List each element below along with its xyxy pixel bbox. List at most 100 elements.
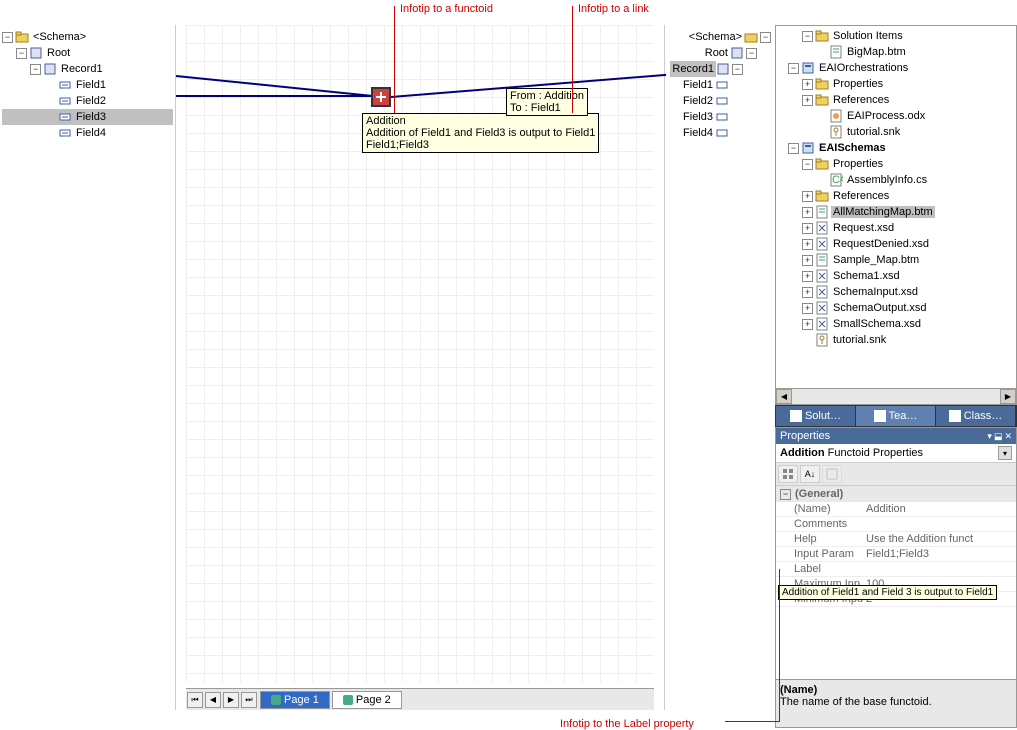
collapse-icon[interactable]: − [802, 159, 813, 170]
property-category[interactable]: −(General) [776, 486, 1016, 502]
horizontal-scrollbar[interactable]: ◀ ▶ [776, 388, 1016, 404]
dest-schema-tree[interactable]: <Schema> − Root − Record1 − Field1 Field… [665, 25, 775, 710]
tool-window-tabs: Solut… Tea… Class… [775, 405, 1017, 427]
expand-icon[interactable]: + [802, 303, 813, 314]
expand-icon[interactable]: + [802, 319, 813, 330]
property-row[interactable]: HelpUse the Addition funct [776, 532, 1016, 547]
collapse-icon[interactable]: − [788, 63, 799, 74]
close-icon[interactable]: ✕ [1004, 431, 1012, 442]
tree-field[interactable]: Field2 [2, 93, 173, 109]
expand-icon[interactable]: + [802, 255, 813, 266]
folder-icon [815, 157, 829, 171]
nav-first-button[interactable]: ⏮ [187, 692, 203, 708]
nav-last-button[interactable]: ⏭ [241, 692, 257, 708]
properties-grid[interactable]: −(General) (Name)AdditionCommentsHelpUse… [776, 486, 1016, 679]
tab-team-explorer[interactable]: Tea… [856, 406, 936, 426]
solution-item[interactable]: tutorial.snk [778, 124, 1014, 140]
solution-item[interactable]: tutorial.snk [778, 332, 1014, 348]
collapse-icon[interactable]: − [16, 48, 27, 59]
solution-item[interactable]: −EAIOrchestrations [778, 60, 1014, 76]
tree-field[interactable]: Field1 [667, 77, 773, 93]
solution-item[interactable]: +References [778, 92, 1014, 108]
solution-item[interactable]: BigMap.btm [778, 44, 1014, 60]
expand-icon[interactable]: + [802, 207, 813, 218]
solution-item[interactable]: −Solution Items [778, 28, 1014, 44]
page-tab-1[interactable]: Page 1 [260, 691, 330, 709]
solution-explorer[interactable]: −Solution ItemsBigMap.btm−EAIOrchestrati… [775, 25, 1017, 405]
mapper-canvas[interactable]: Addition Addition of Field1 and Field3 i… [175, 25, 665, 710]
dropdown-icon[interactable]: ▾ [998, 446, 1012, 460]
property-value[interactable] [866, 518, 1016, 530]
property-row[interactable]: Label [776, 562, 1016, 577]
tree-schema-root[interactable]: − <Schema> [2, 29, 173, 45]
solution-item[interactable]: C#AssemblyInfo.cs [778, 172, 1014, 188]
scroll-left-button[interactable]: ◀ [776, 389, 792, 404]
solution-item[interactable]: −EAISchemas [778, 140, 1014, 156]
property-pages-button[interactable] [822, 465, 842, 483]
tree-label: Field4 [681, 125, 715, 141]
solution-item[interactable]: +SchemaInput.xsd [778, 284, 1014, 300]
collapse-icon[interactable]: − [746, 48, 757, 59]
property-value[interactable] [866, 563, 1016, 575]
tree-field[interactable]: Field4 [2, 125, 173, 141]
collapse-icon[interactable]: − [802, 31, 813, 42]
property-value[interactable]: Use the Addition funct [866, 533, 1016, 545]
expand-icon[interactable]: + [802, 271, 813, 282]
dropdown-icon[interactable]: ▾ [987, 431, 992, 442]
property-row[interactable]: Input ParamField1;Field3 [776, 547, 1016, 562]
tree-root-node[interactable]: Root − [667, 45, 773, 61]
collapse-icon[interactable]: − [760, 32, 771, 43]
expand-icon[interactable]: + [802, 95, 813, 106]
scroll-right-button[interactable]: ▶ [1000, 389, 1016, 404]
solution-item[interactable]: +Sample_Map.btm [778, 252, 1014, 268]
property-row[interactable]: Comments [776, 517, 1016, 532]
categorized-button[interactable] [778, 465, 798, 483]
tree-field[interactable]: Field2 [667, 93, 773, 109]
nav-prev-button[interactable]: ◀ [205, 692, 221, 708]
page-tab-2[interactable]: Page 2 [332, 691, 402, 709]
solution-item[interactable]: +References [778, 188, 1014, 204]
solution-item[interactable]: +SmallSchema.xsd [778, 316, 1014, 332]
tree-field[interactable]: Field4 [667, 125, 773, 141]
tree-record-selected[interactable]: Record1 − [667, 61, 773, 77]
tree-field-selected[interactable]: Field3 [2, 109, 173, 125]
property-value[interactable]: Field1;Field3 [866, 548, 1016, 560]
tree-root-node[interactable]: − Root [2, 45, 173, 61]
solution-item[interactable]: +Request.xsd [778, 220, 1014, 236]
property-row[interactable]: (Name)Addition [776, 502, 1016, 517]
record-icon [29, 46, 43, 60]
tab-solution-explorer[interactable]: Solut… [776, 406, 856, 426]
collapse-icon[interactable]: − [780, 489, 791, 500]
solution-item[interactable]: +SchemaOutput.xsd [778, 300, 1014, 316]
scroll-track[interactable] [792, 389, 1000, 404]
solution-item[interactable]: +Properties [778, 76, 1014, 92]
alphabetical-button[interactable]: A↓ [800, 465, 820, 483]
collapse-icon[interactable]: − [30, 64, 41, 75]
collapse-icon[interactable]: − [732, 64, 743, 75]
expand-icon[interactable]: + [802, 287, 813, 298]
solution-item[interactable]: +RequestDenied.xsd [778, 236, 1014, 252]
collapse-icon[interactable]: − [2, 32, 13, 43]
tree-field[interactable]: Field1 [2, 77, 173, 93]
expand-icon[interactable]: + [802, 191, 813, 202]
source-schema-tree[interactable]: − <Schema> − Root − Record1 Field1 Field… [0, 25, 175, 710]
tree-field[interactable]: Field3 [667, 109, 773, 125]
solution-item[interactable]: EAIProcess.odx [778, 108, 1014, 124]
solution-item[interactable]: −Properties [778, 156, 1014, 172]
addition-functoid[interactable] [371, 87, 391, 107]
properties-object-selector[interactable]: Addition Functoid Properties ▾ [776, 444, 1016, 463]
expand-icon[interactable]: + [802, 239, 813, 250]
tab-class-view[interactable]: Class… [936, 406, 1016, 426]
expand-icon[interactable]: + [802, 223, 813, 234]
nav-next-button[interactable]: ▶ [223, 692, 239, 708]
link-wire[interactable] [176, 95, 373, 97]
folder-icon [815, 77, 829, 91]
pin-icon[interactable]: ⬓ [994, 431, 1003, 442]
expand-icon[interactable]: + [802, 79, 813, 90]
tree-schema-root[interactable]: <Schema> − [667, 29, 773, 45]
collapse-icon[interactable]: − [788, 143, 799, 154]
solution-item[interactable]: +AllMatchingMap.btm [778, 204, 1014, 220]
tree-record-node[interactable]: − Record1 [2, 61, 173, 77]
solution-item[interactable]: +Schema1.xsd [778, 268, 1014, 284]
property-value[interactable]: Addition [866, 503, 1016, 515]
